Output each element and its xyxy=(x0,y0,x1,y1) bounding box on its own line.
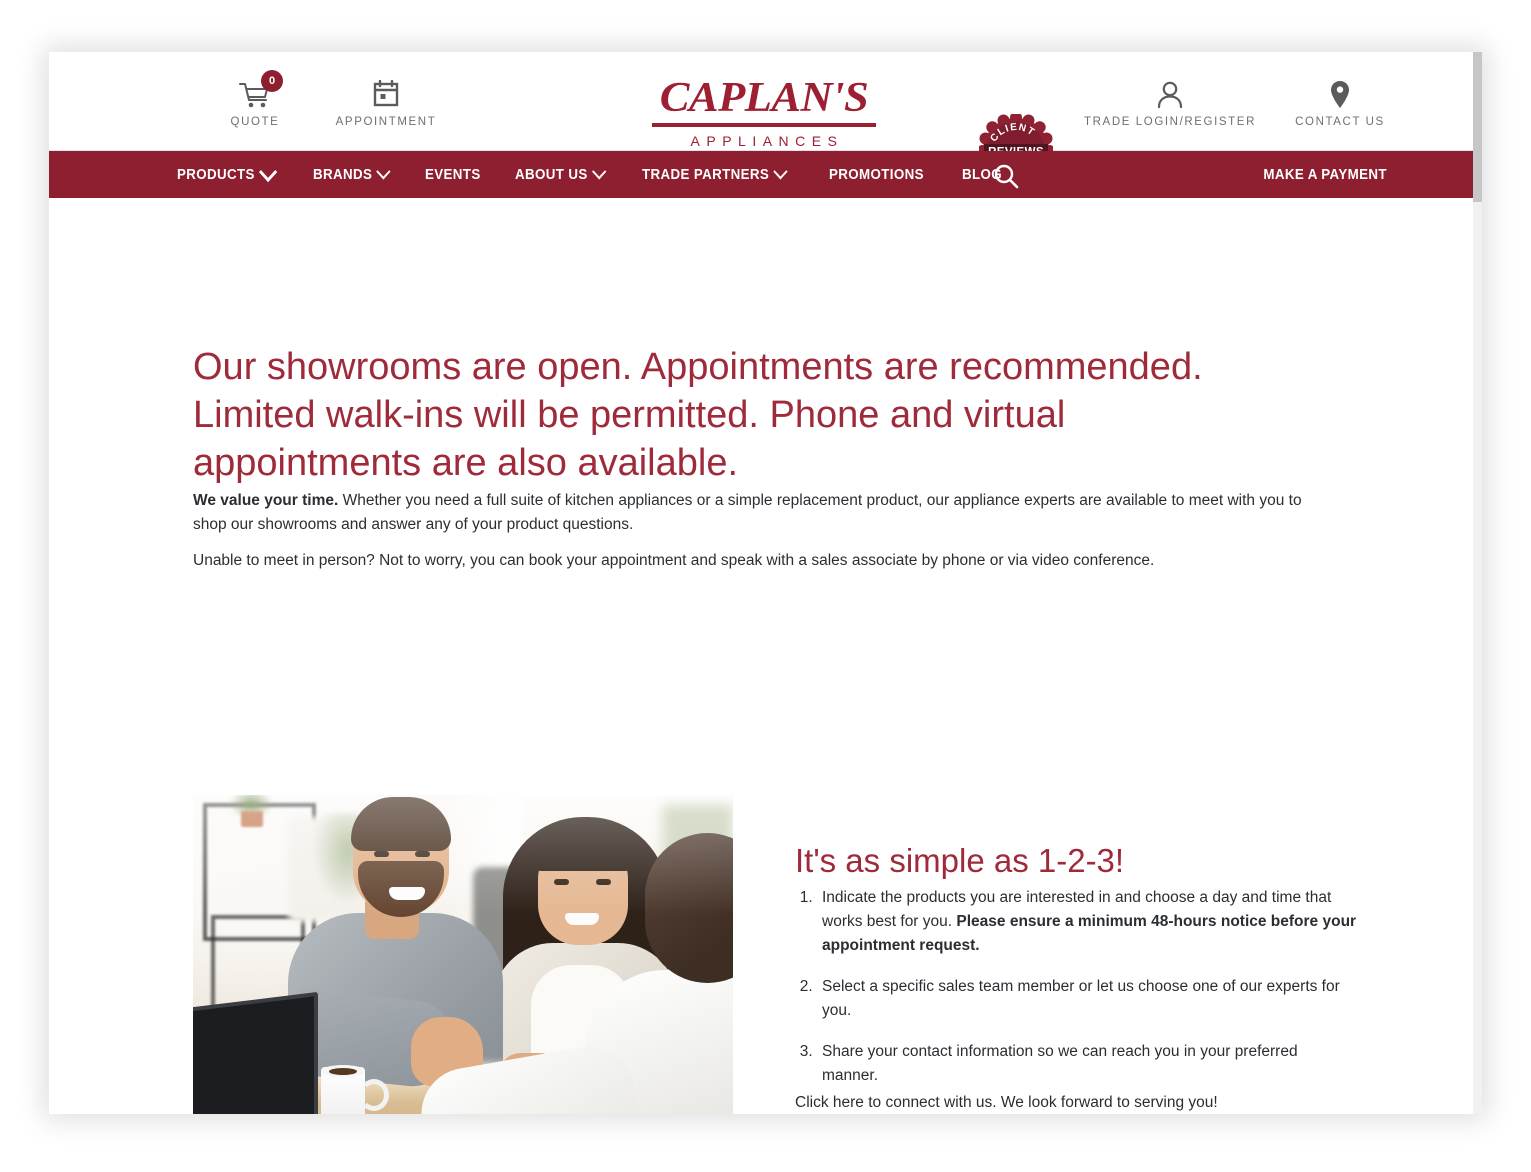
chevron-down-icon xyxy=(258,161,277,182)
list-item: Indicate the products you are interested… xyxy=(817,886,1357,958)
chevron-down-icon xyxy=(376,163,391,180)
chevron-down-icon xyxy=(773,163,789,180)
scrollbar-track[interactable] xyxy=(1473,52,1482,1114)
meeting-photo xyxy=(193,795,733,1114)
nav-item-promotions-label: PROMOTIONS xyxy=(828,166,924,183)
nav-item-products-label: PRODUCTS xyxy=(177,166,255,183)
logo-wordmark: CAPLAN'S xyxy=(659,75,869,121)
nav-item-about-us-label: ABOUT US xyxy=(515,166,589,183)
cart-count-badge: 0 xyxy=(261,70,283,92)
simple-steps-heading: It's as simple as 1-2-3! xyxy=(795,842,1125,880)
user-icon xyxy=(1070,80,1270,110)
utility-item-contact[interactable]: CONTACT US xyxy=(1279,80,1401,128)
steps-list: Indicate the products you are interested… xyxy=(795,886,1357,1105)
scrollbar-thumb[interactable] xyxy=(1473,52,1482,202)
cart-icon: 0 xyxy=(205,70,305,110)
page-card: 0 QUOTE APPOINTMENT TRADE LOGIN/REGISTER… xyxy=(49,52,1482,1114)
nav-item-brands[interactable]: BRANDS xyxy=(312,163,391,183)
list-item: Share your contact information so we can… xyxy=(817,1040,1357,1088)
utility-item-appointment-label: APPOINTMENT xyxy=(335,116,437,128)
intro-paragraph-1-bold: We value your time. xyxy=(193,491,339,509)
calendar-icon xyxy=(310,80,462,110)
list-item: Select a specific sales team member or l… xyxy=(817,975,1357,1023)
make-a-payment-label: MAKE A PAYMENT xyxy=(1263,166,1387,183)
utility-item-trade-login[interactable]: TRADE LOGIN/REGISTER xyxy=(1070,80,1270,128)
page-title: Our showrooms are open. Appointments are… xyxy=(193,346,1203,485)
logo-rule xyxy=(652,123,876,127)
utility-item-quote-label: QUOTE xyxy=(230,116,280,128)
nav-list: PRODUCTS BRANDS EVENTS ABOUT US TRADE PA… xyxy=(177,151,1035,198)
search-icon[interactable] xyxy=(993,163,1019,194)
utility-item-trade-login-label: TRADE LOGIN/REGISTER xyxy=(1084,116,1256,128)
utility-item-contact-label: CONTACT US xyxy=(1295,116,1385,128)
nav-item-about-us[interactable]: ABOUT US xyxy=(515,163,607,183)
main-navigation: PRODUCTS BRANDS EVENTS ABOUT US TRADE PA… xyxy=(49,151,1482,198)
cta-supporting-text: Click here to connect with us. We look f… xyxy=(795,1093,1218,1111)
utility-bar: 0 QUOTE APPOINTMENT TRADE LOGIN/REGISTER… xyxy=(49,52,1482,191)
nav-item-promotions[interactable]: PROMOTIONS xyxy=(829,167,924,183)
intro-paragraph-2: Unable to meet in person? Not to worry, … xyxy=(193,551,1155,569)
step-3-text: Share your contact information so we can… xyxy=(822,1043,1298,1084)
nav-item-trade-partners[interactable]: TRADE PARTNERS xyxy=(642,163,789,183)
intro-paragraph-1-rest: Whether you need a full suite of kitchen… xyxy=(193,491,1302,533)
nav-item-events[interactable]: EVENTS xyxy=(425,167,481,183)
intro-paragraph-1: We value your time. Whether you need a f… xyxy=(193,489,1328,537)
make-a-payment-link[interactable]: MAKE A PAYMENT xyxy=(1263,151,1386,198)
logo-subtitle: APPLIANCES xyxy=(690,133,844,149)
utility-item-quote[interactable]: 0 QUOTE xyxy=(205,70,305,128)
nav-item-brands-label: BRANDS xyxy=(312,166,372,183)
utility-item-appointment[interactable]: APPOINTMENT xyxy=(310,80,462,128)
nav-item-products[interactable]: PRODUCTS xyxy=(177,161,277,183)
nav-item-events-label: EVENTS xyxy=(425,166,481,183)
site-logo[interactable]: CAPLAN'S APPLIANCES xyxy=(609,74,919,149)
nav-item-trade-partners-label: TRADE PARTNERS xyxy=(642,166,770,183)
location-pin-icon xyxy=(1279,80,1401,110)
chevron-down-icon xyxy=(592,163,607,180)
step-2-text: Select a specific sales team member or l… xyxy=(822,978,1340,1019)
